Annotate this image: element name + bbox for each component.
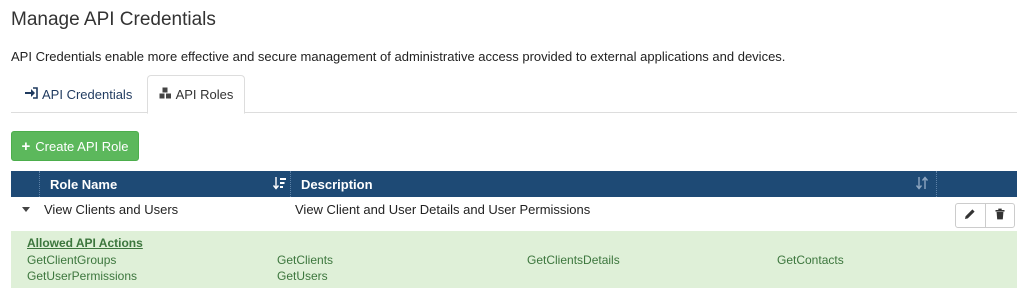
cubes-icon <box>159 87 172 102</box>
row-actions <box>955 203 1015 228</box>
column-separator <box>936 171 937 197</box>
role-name-cell: View Clients and Users <box>44 202 179 217</box>
row-details-panel: Allowed API Actions GetClientGroups GetC… <box>11 231 1017 288</box>
table-header: Role Name Description <box>11 171 1017 197</box>
description-cell: View Client and User Details and User Pe… <box>295 202 591 217</box>
edit-button[interactable] <box>956 204 985 227</box>
caret-down-icon[interactable] <box>22 207 30 212</box>
sign-in-icon <box>25 86 38 102</box>
api-action-item: GetUsers <box>277 269 328 283</box>
column-header-description[interactable]: Description <box>301 171 373 197</box>
api-action-item: GetClients <box>277 253 334 267</box>
tab-label: API Credentials <box>42 86 133 102</box>
tab-bar: API Credentials API Roles <box>11 75 1017 114</box>
api-action-item: GetUserPermissions <box>27 269 138 283</box>
sort-icon[interactable] <box>915 176 929 193</box>
table-row: View Clients and Users View Client and U… <box>11 197 1017 231</box>
tab-label: API Roles <box>175 87 234 102</box>
create-api-role-button[interactable]: + Create API Role <box>11 131 139 161</box>
api-action-item: GetContacts <box>777 253 844 267</box>
sort-descending-icon[interactable] <box>272 176 287 193</box>
tab-api-roles[interactable]: API Roles <box>147 75 245 114</box>
plus-icon: + <box>21 137 31 155</box>
allowed-api-actions-title: Allowed API Actions <box>27 236 143 250</box>
pencil-icon <box>964 207 976 225</box>
column-separator <box>39 171 40 197</box>
api-action-item: GetClientsDetails <box>527 253 620 267</box>
tab-api-credentials[interactable]: API Credentials <box>25 75 132 113</box>
column-separator <box>290 171 291 197</box>
delete-button[interactable] <box>984 204 1014 227</box>
page-title: Manage API Credentials <box>11 9 216 30</box>
api-action-item: GetClientGroups <box>27 253 117 267</box>
trash-icon <box>994 207 1006 225</box>
page-description: API Credentials enable more effective an… <box>11 49 786 64</box>
column-header-role-name[interactable]: Role Name <box>50 171 117 197</box>
create-button-label: Create API Role <box>35 138 129 154</box>
